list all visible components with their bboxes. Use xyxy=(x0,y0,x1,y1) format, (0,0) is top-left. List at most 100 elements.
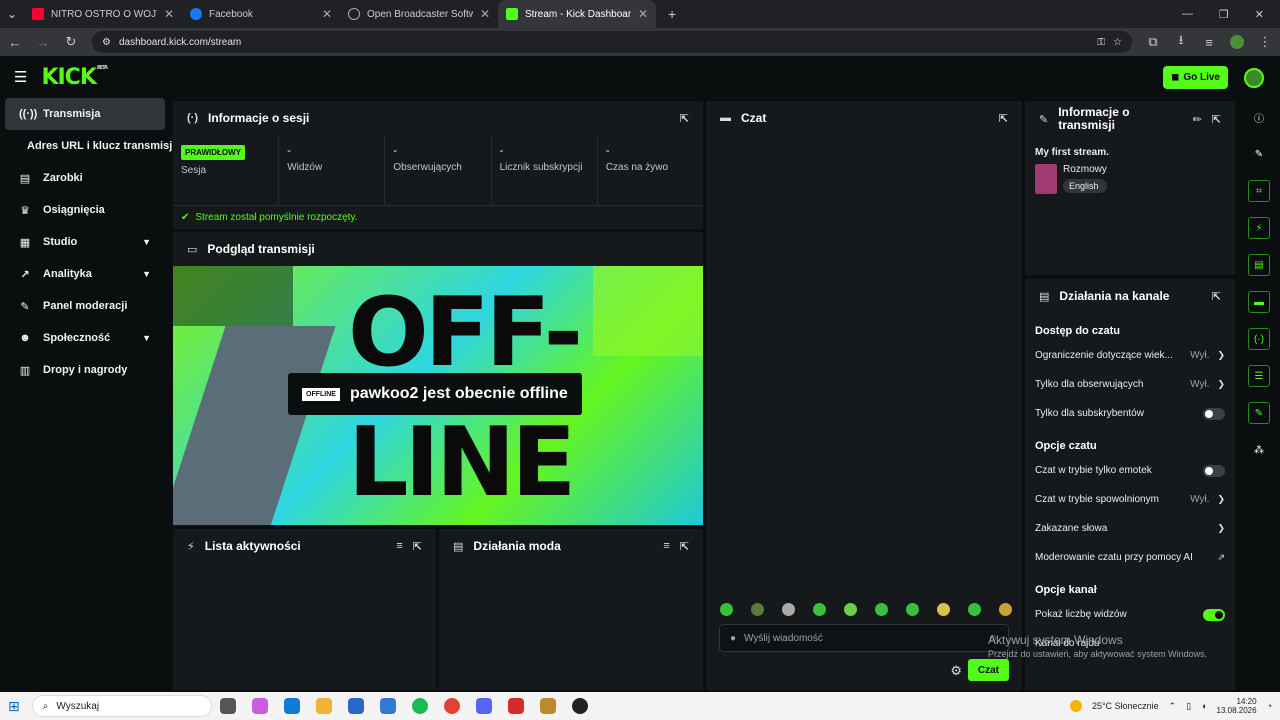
download-icon[interactable]: ⭳ xyxy=(1174,31,1188,53)
setting-row[interactable]: Czat w trybie spowolnionym Wył. ❯ xyxy=(1025,485,1235,514)
minimize-icon[interactable]: — xyxy=(1182,8,1193,21)
emote-icon[interactable] xyxy=(813,603,826,616)
popout-icon[interactable]: ⇱ xyxy=(413,540,422,553)
close-icon[interactable]: ✕ xyxy=(480,7,490,21)
menu-dots-icon[interactable]: ⋮ xyxy=(1258,34,1272,50)
language-tag: English xyxy=(1063,179,1107,193)
store-icon[interactable] xyxy=(347,698,364,714)
tab-search-icon[interactable]: ⌄ xyxy=(0,7,24,21)
sidebar-item-analityka[interactable]: ↗ Analityka ▼ xyxy=(5,258,165,290)
popout-icon[interactable]: ⇱ xyxy=(680,112,689,125)
tray-chevron-icon[interactable]: ⌃ xyxy=(1169,701,1177,712)
server-icon[interactable]: ☰ xyxy=(1248,365,1270,387)
kick-logo[interactable]: KICKBETA xyxy=(41,65,108,90)
document-icon[interactable]: ▤ xyxy=(1248,254,1270,276)
share-icon[interactable]: ⁂ xyxy=(1248,439,1270,461)
notification-icon[interactable]: ◔ xyxy=(1267,701,1272,711)
emote-icon[interactable] xyxy=(999,603,1012,616)
close-icon[interactable]: ✕ xyxy=(164,7,174,21)
chat-send-button[interactable]: Czat xyxy=(967,659,1009,681)
toggle[interactable] xyxy=(1203,608,1225,621)
url-field[interactable]: ⚙ dashboard.kick.com/stream ⚿ ☆ xyxy=(92,31,1132,53)
sidebar-item-panel-moderacji[interactable]: ✎ Panel moderacji xyxy=(5,290,165,322)
browser-tab-active[interactable]: Stream - Kick Dashboard ✕ xyxy=(498,0,656,28)
password-key-icon[interactable]: ⚿ xyxy=(1097,37,1105,48)
popout-icon[interactable]: ⇱ xyxy=(1212,290,1221,303)
browser-tab[interactable]: NITRO OSTRO O WOJTKU GOL ✕ xyxy=(24,0,182,28)
sidebar-item-spolecznosc[interactable]: ☻ Społeczność ▼ xyxy=(5,322,165,354)
network-icon[interactable]: ▯ xyxy=(1186,701,1191,712)
crop-icon[interactable]: ⌗ xyxy=(1248,180,1270,202)
sidebar-item-zarobki[interactable]: ▤ Zarobki xyxy=(5,162,165,194)
copilot-icon[interactable] xyxy=(251,698,268,714)
chat-input[interactable]: ● Wyślij wiadomość ☺ xyxy=(719,624,1009,652)
sidebar-item-stream-key[interactable]: Adres URL i klucz transmisji xyxy=(5,130,175,162)
file-explorer-icon[interactable] xyxy=(315,698,332,714)
app-icon[interactable] xyxy=(539,698,556,714)
spotify-icon[interactable] xyxy=(411,698,428,714)
reading-list-icon[interactable]: ≡ xyxy=(1202,35,1216,50)
emote-icon[interactable] xyxy=(844,603,857,616)
setting-row[interactable]: Tylko dla obserwujących Wył. ❯ xyxy=(1025,370,1235,399)
taskbar-search[interactable]: ⌕ Wyszukaj xyxy=(31,695,212,717)
broadcast-icon[interactable]: (·) xyxy=(1248,328,1270,350)
wrench-icon[interactable]: ✎ xyxy=(1248,402,1270,424)
sidebar-item-dropy[interactable]: ▥ Dropy i nagrody xyxy=(5,354,165,386)
hamburger-menu-icon[interactable]: ☰ xyxy=(14,68,27,86)
filter-icon[interactable]: ≡ xyxy=(663,540,669,552)
emote-icon[interactable] xyxy=(782,603,795,616)
edit-icon[interactable]: ✏ xyxy=(1193,113,1202,126)
sidebar-item-osiagniecia[interactable]: ♛ Osiągnięcia xyxy=(5,194,165,226)
windows-start-icon[interactable]: ⊞ xyxy=(8,698,20,715)
filter-icon[interactable]: ≡ xyxy=(396,540,402,552)
gear-icon[interactable]: ⚙ xyxy=(950,663,962,679)
discord-icon[interactable] xyxy=(475,698,492,714)
emote-icon[interactable] xyxy=(720,603,733,616)
popout-icon[interactable]: ⇱ xyxy=(1212,113,1221,126)
restore-icon[interactable]: ❐ xyxy=(1219,8,1229,21)
obs-icon[interactable] xyxy=(571,698,588,714)
weather-text[interactable]: 25°C Słonecznie xyxy=(1092,701,1159,711)
go-live-button[interactable]: ◼ Go Live xyxy=(1163,66,1228,89)
close-icon[interactable]: ✕ xyxy=(638,7,648,21)
browser-tab[interactable]: Facebook ✕ xyxy=(182,0,340,28)
close-icon[interactable]: ✕ xyxy=(322,7,332,21)
back-icon[interactable]: ← xyxy=(8,35,22,50)
reload-icon[interactable]: ↻ xyxy=(64,34,78,50)
toggle[interactable] xyxy=(1203,407,1225,420)
popout-icon[interactable]: ⇱ xyxy=(999,112,1008,125)
app-icon[interactable] xyxy=(507,698,524,714)
bolt-icon[interactable]: ⚡ xyxy=(1248,217,1270,239)
pencil-icon[interactable]: ✎ xyxy=(1248,143,1270,165)
emote-icon[interactable] xyxy=(937,603,950,616)
info-icon[interactable]: ⓘ xyxy=(1248,106,1270,128)
setting-row[interactable]: Moderowanie czatu przy pomocy AI ⇗ xyxy=(1025,543,1235,572)
sidebar-item-studio[interactable]: ▦ Studio ▼ xyxy=(5,226,165,258)
sidebar-item-transmisja[interactable]: ((·)) Transmisja xyxy=(5,98,165,130)
forward-icon[interactable]: → xyxy=(36,35,50,50)
chat-bubble-icon[interactable]: ▬ xyxy=(1248,291,1270,313)
edge-icon[interactable] xyxy=(283,698,300,714)
avatar[interactable] xyxy=(1244,68,1264,88)
chrome-icon[interactable] xyxy=(443,698,460,714)
outlook-icon[interactable] xyxy=(379,698,396,714)
emote-icon[interactable] xyxy=(875,603,888,616)
volume-icon[interactable]: ◖ xyxy=(1201,701,1206,711)
setting-row[interactable]: Ograniczenie dotyczące wiek... Wył. ❯ xyxy=(1025,341,1235,370)
panel-title: Informacje o sesji xyxy=(208,111,310,125)
popout-icon[interactable]: ⇱ xyxy=(680,540,689,553)
clock[interactable]: 14:20 13.08.2026 xyxy=(1217,697,1257,715)
profile-icon[interactable] xyxy=(1230,35,1244,49)
setting-row[interactable]: Zakazane słowa ❯ xyxy=(1025,514,1235,543)
browser-tab[interactable]: Open Broadcaster Software | O ✕ xyxy=(340,0,498,28)
new-tab-icon[interactable]: + xyxy=(668,6,676,22)
extensions-icon[interactable]: ⧉ xyxy=(1146,34,1160,50)
emote-icon[interactable] xyxy=(751,603,764,616)
emote-icon[interactable] xyxy=(906,603,919,616)
bookmark-star-icon[interactable]: ☆ xyxy=(1113,37,1122,48)
task-view-icon[interactable] xyxy=(219,698,236,714)
site-info-icon[interactable]: ⚙ xyxy=(102,37,111,48)
emote-icon[interactable] xyxy=(968,603,981,616)
toggle[interactable] xyxy=(1203,464,1225,477)
window-close-icon[interactable]: ✕ xyxy=(1255,8,1264,21)
